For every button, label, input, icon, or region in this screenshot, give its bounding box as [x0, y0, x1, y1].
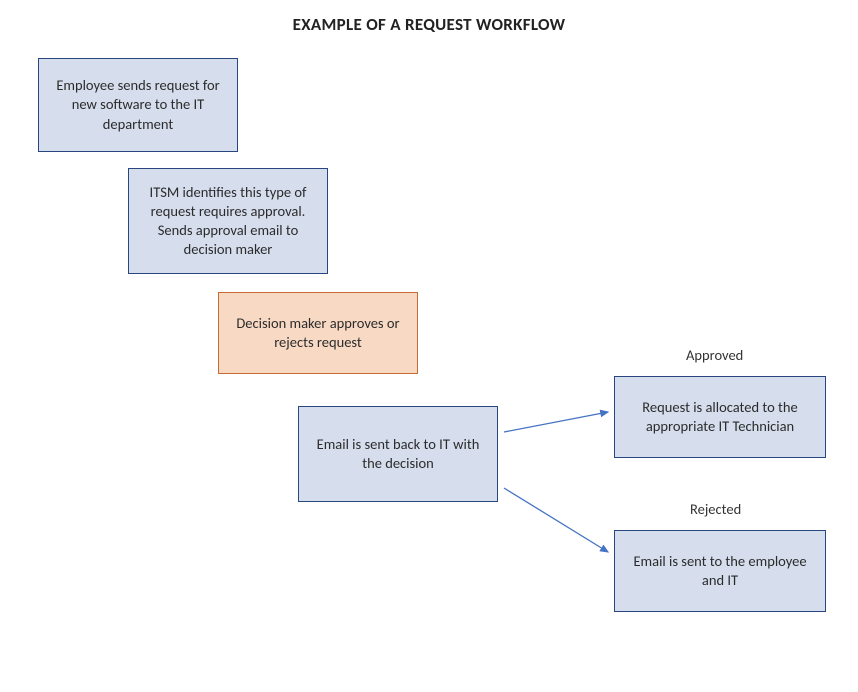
label-rejected: Rejected	[690, 500, 741, 518]
box-approved: Request is allocated to the appropriate …	[614, 376, 826, 458]
diagram-title: EXAMPLE OF A REQUEST WORKFLOW	[0, 14, 858, 35]
box-step3-text: Decision maker approves or rejects reque…	[229, 314, 407, 352]
box-step1: Employee sends request for new software …	[38, 58, 238, 152]
box-step2: ITSM identifies this type of request req…	[128, 168, 328, 274]
box-step1-text: Employee sends request for new software …	[49, 76, 227, 133]
box-rejected: Email is sent to the employee and IT	[614, 530, 826, 612]
arrow-to-rejected	[504, 488, 608, 552]
box-approved-text: Request is allocated to the appropriate …	[625, 398, 815, 436]
arrow-to-approved	[504, 412, 608, 432]
box-step4-text: Email is sent back to IT with the decisi…	[309, 435, 487, 473]
label-approved: Approved	[686, 346, 743, 364]
box-step4: Email is sent back to IT with the decisi…	[298, 406, 498, 502]
box-step2-text: ITSM identifies this type of request req…	[139, 183, 317, 260]
box-rejected-text: Email is sent to the employee and IT	[625, 552, 815, 590]
box-step3: Decision maker approves or rejects reque…	[218, 292, 418, 374]
